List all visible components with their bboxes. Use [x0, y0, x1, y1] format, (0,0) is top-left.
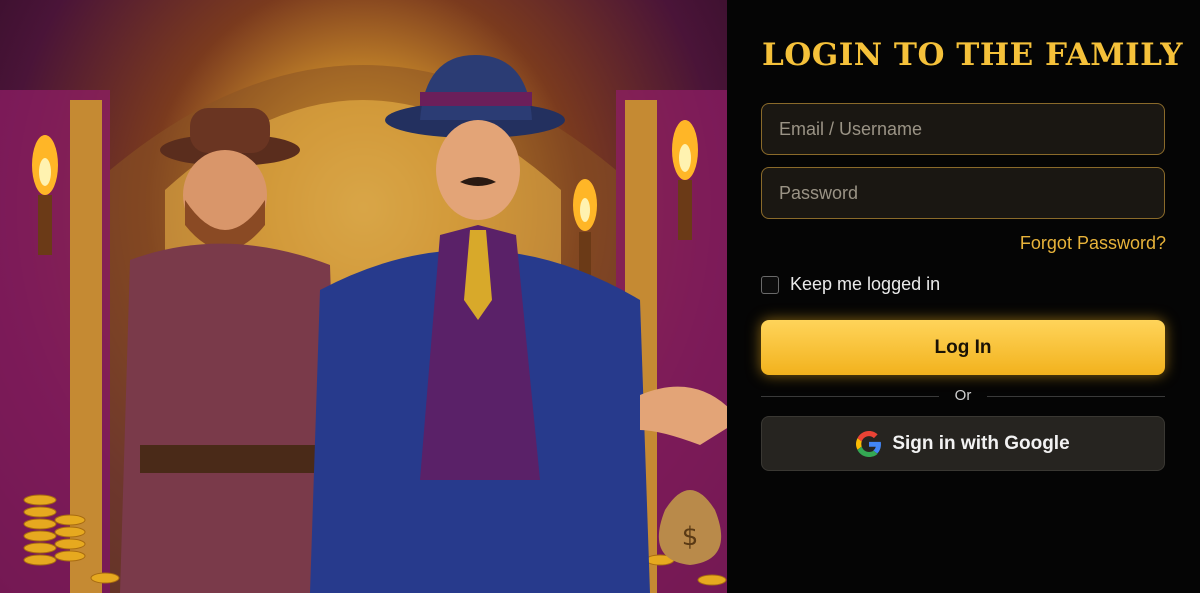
divider-line-right	[987, 396, 1165, 397]
keep-logged-in-label: Keep me logged in	[790, 274, 941, 294]
google-sign-in-button[interactable]: Sign in with Google	[761, 416, 1165, 471]
google-icon	[856, 430, 882, 457]
email-username-input[interactable]	[761, 103, 1165, 155]
forgot-password-link[interactable]: Forgot Password?	[1020, 233, 1166, 254]
saloon-scene-illustration: $	[0, 55, 727, 593]
keep-logged-in-checkbox[interactable]	[761, 275, 779, 294]
or-divider: Or	[761, 387, 1165, 405]
login-panel: LOGIN TO THE FAMILY Forgot Password? Kee…	[727, 0, 1200, 593]
hero-illustration: $	[0, 0, 727, 593]
login-button[interactable]: Log In	[761, 320, 1165, 375]
google-button-label: Sign in with Google	[892, 432, 1070, 454]
login-page: $ LOGIN TO THE FAMILY Forgot Password?	[0, 0, 1200, 593]
page-title: LOGIN TO THE FAMILY	[762, 37, 1184, 73]
svg-text:$: $	[682, 522, 699, 552]
password-input[interactable]	[761, 167, 1165, 219]
keep-logged-in-row[interactable]: Keep me logged in	[761, 274, 940, 295]
